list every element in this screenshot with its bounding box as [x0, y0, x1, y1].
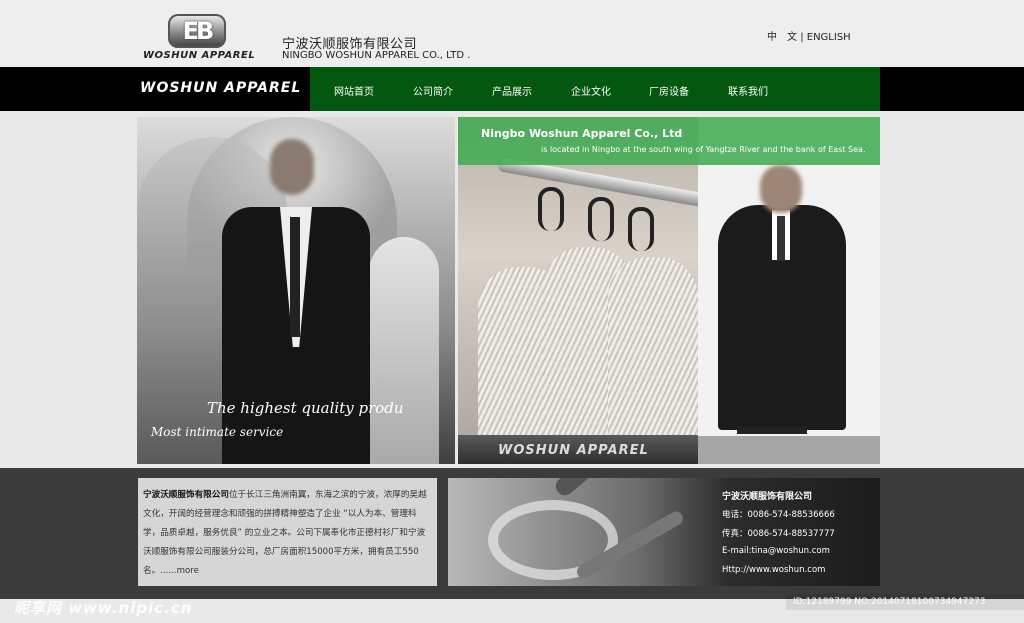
banner-quote-1: The highest quality produ: [207, 399, 404, 417]
contact-url[interactable]: Http://www.woshun.com: [722, 565, 825, 575]
lang-english-link[interactable]: ENGLISH: [807, 32, 851, 43]
suit-tie: [290, 217, 300, 337]
coat-model-legs: [737, 426, 807, 434]
church-tower: [369, 237, 439, 464]
lang-chinese-link[interactable]: 中 文: [767, 32, 797, 43]
nav-item-about[interactable]: 公司简介: [413, 83, 453, 98]
watermark-site: 昵享网 www.nipic.cn: [14, 599, 193, 617]
contact-phone: 电话：0086-574-88536666: [722, 510, 835, 520]
logo-text: WOSHUN APPAREL: [143, 50, 256, 61]
logo-mark[interactable]: EB: [168, 14, 226, 48]
banner-subtitle: is located in Ningbo at the south wing o…: [541, 145, 866, 154]
banner-caption-box: [458, 117, 880, 165]
about-body: 位于长江三角洲南翼，东海之滨的宁波，浓厚的吴越文化，开阔的经营理念和顽强的拼搏精…: [143, 490, 427, 576]
about-text: 宁波沃顺服饰有限公司位于长江三角洲南翼，东海之滨的宁波，浓厚的吴越文化，开阔的经…: [143, 486, 431, 581]
nav-brand[interactable]: WOSHUN APPAREL: [140, 80, 301, 96]
hanger-icon: [628, 207, 654, 251]
language-switcher: 中 文 | ENGLISH: [767, 28, 851, 43]
banner-quote-2: Most intimate service: [151, 425, 284, 439]
hanger-icon: [588, 197, 614, 241]
hanger-icon: [538, 187, 564, 231]
nav-item-culture[interactable]: 企业文化: [571, 83, 611, 98]
banner-photo-suit: The highest quality produ Most intimate …: [137, 117, 455, 464]
nav-item-factory[interactable]: 厂房设备: [649, 83, 689, 98]
contact-title: 宁波沃顺服饰有限公司: [722, 492, 813, 502]
company-name-en: NINGBO WOSHUN APPAREL CO., LTD .: [282, 50, 471, 61]
scissors-blade: [552, 478, 679, 499]
about-more-link[interactable]: ......more: [160, 566, 199, 576]
banner-brand-text: WOSHUN APPAREL: [498, 443, 649, 458]
contact-email[interactable]: E-mail:tina@woshun.com: [722, 546, 830, 556]
shirt: [608, 257, 698, 437]
model-head: [270, 139, 314, 195]
about-company-name: 宁波沃顺服饰有限公司: [143, 490, 229, 500]
watermark-id: ID:12189799 NO:20140718100734947273: [793, 597, 986, 607]
coat-model-head: [760, 165, 802, 213]
logo-mark-letters: EB: [182, 17, 215, 45]
contact-fax: 传真：0086-574-88537777: [722, 529, 835, 539]
nav-item-contact[interactable]: 联系我们: [728, 83, 768, 98]
lang-separator: |: [800, 32, 804, 43]
nav-item-home[interactable]: 网站首页: [334, 83, 374, 98]
banner-title: Ningbo Woshun Apparel Co., Ltd: [481, 127, 683, 140]
banner-right-strip: [698, 436, 880, 464]
banner-photo-shirts: WOSHUN APPAREL: [458, 117, 698, 464]
coat-tie: [777, 216, 785, 261]
nav-item-products[interactable]: 产品展示: [492, 83, 532, 98]
